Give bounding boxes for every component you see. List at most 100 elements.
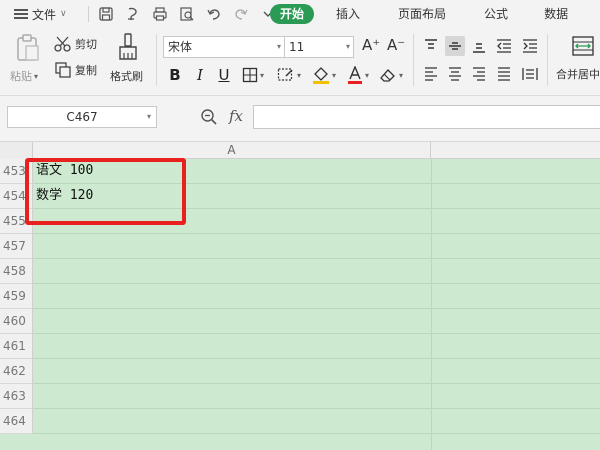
print-preview-button[interactable] (174, 3, 199, 25)
merge-center-label: 合并居中 (556, 68, 600, 81)
hamburger-icon (14, 9, 28, 19)
font-size-select[interactable]: 11 ▾ (284, 36, 354, 58)
table-row: 460 (0, 309, 600, 334)
column-header-b[interactable] (431, 142, 600, 159)
increase-font-button[interactable]: A⁺ (362, 36, 380, 54)
merge-center-label-wrap: 合并居中 (556, 66, 600, 82)
table-row: 464 (0, 409, 600, 434)
table-row: 462 (0, 359, 600, 384)
printer-icon (152, 7, 167, 21)
table-row: 459 (0, 284, 600, 309)
divider (547, 34, 548, 86)
column-divider (431, 159, 432, 450)
redo-button[interactable] (228, 3, 253, 25)
increase-indent-button[interactable] (520, 36, 540, 56)
decrease-indent-button[interactable] (494, 36, 514, 56)
merge-center-button[interactable] (572, 36, 594, 56)
distributed-align-button[interactable] (520, 64, 540, 84)
insert-function-button[interactable]: fx (229, 107, 243, 125)
paste-dropdown[interactable]: 粘贴 ▾ (10, 68, 38, 84)
divider (156, 34, 157, 86)
formula-bar: C467 ▾ fx (0, 96, 600, 142)
underline-button[interactable]: U (216, 64, 232, 86)
tab-review[interactable]: 审阅 (588, 0, 600, 28)
clear-format-button[interactable]: ▾ (376, 64, 406, 86)
tab-insert[interactable]: 插入 (324, 0, 372, 28)
file-menu[interactable]: 文件 ∨ (0, 0, 84, 28)
chevron-down-icon: ▾ (398, 70, 403, 80)
chevron-down-icon: ▾ (345, 42, 350, 51)
paste-label: 粘贴 (10, 70, 32, 83)
font-name-select[interactable]: 宋体 ▾ (163, 36, 285, 58)
preview-icon (179, 7, 193, 21)
save-button[interactable] (93, 3, 118, 25)
align-left-button[interactable] (421, 64, 441, 84)
ribbon-home: 粘贴 ▾ 剪切 复制 格式刷 宋体 ▾ 11 ▾ A⁺ A⁻ B I U ▾ ▾… (0, 28, 600, 96)
italic-button[interactable]: I (192, 64, 208, 86)
row-header[interactable]: 461 (0, 334, 33, 359)
format-painter-button[interactable] (116, 32, 140, 62)
chevron-down-icon: ▾ (34, 71, 39, 81)
format-painter-label-wrap: 格式刷 (110, 68, 143, 84)
tab-home[interactable]: 开始 (270, 4, 315, 24)
save-icon (98, 7, 113, 21)
select-all-corner[interactable] (0, 142, 33, 159)
tab-data[interactable]: 数据 (532, 0, 580, 28)
font-size-value: 11 (289, 40, 305, 54)
tab-formulas[interactable]: 公式 (472, 0, 520, 28)
annotation-highlight-box (25, 158, 186, 225)
brush-icon (119, 33, 137, 60)
bold-button[interactable]: B (166, 64, 184, 86)
copy-label: 复制 (75, 64, 97, 77)
name-box[interactable]: C467 ▾ (7, 106, 157, 128)
redo-icon (234, 9, 248, 20)
outdent-icon (497, 39, 511, 53)
formula-input[interactable] (253, 105, 600, 129)
align-top-button[interactable] (421, 36, 441, 56)
file-menu-label: 文件 (32, 7, 57, 22)
zoom-icon (201, 109, 217, 125)
row-header[interactable]: 460 (0, 309, 33, 334)
highlight-button[interactable]: ▾ (308, 64, 340, 86)
table-row: 458 (0, 259, 600, 284)
ribbon-tabs: 开始 插入 页面布局 公式 数据 审阅 (270, 0, 600, 28)
cut-button[interactable]: 剪切 (54, 36, 97, 52)
undo-button[interactable] (201, 3, 226, 25)
undo-icon (206, 9, 220, 20)
distribute-icon (522, 68, 538, 80)
copy-button[interactable]: 复制 (54, 62, 97, 78)
find-function-button[interactable] (200, 108, 218, 129)
divider (413, 34, 414, 86)
align-right-button[interactable] (469, 64, 489, 84)
paste-button[interactable] (14, 34, 42, 62)
row-header[interactable]: 464 (0, 409, 33, 434)
border-grid-icon (242, 67, 258, 83)
row-header[interactable]: 457 (0, 234, 33, 259)
column-header-row: A (0, 142, 600, 159)
copy-icon (55, 62, 71, 78)
table-row: 457 (0, 234, 600, 259)
tab-page-layout[interactable]: 页面布局 (386, 0, 458, 28)
divider (88, 6, 89, 22)
justify-button[interactable] (494, 64, 514, 84)
worksheet-grid[interactable]: A 453 语文 100 454 数学 120 455 457 458 459 … (0, 142, 600, 450)
print-button[interactable] (147, 3, 172, 25)
fill-color-button[interactable]: ▾ (274, 64, 304, 86)
align-center-button[interactable] (445, 64, 465, 84)
decrease-font-button[interactable]: A⁻ (387, 36, 405, 54)
indent-icon (523, 39, 537, 53)
name-box-value: C467 (66, 110, 98, 124)
row-header[interactable]: 462 (0, 359, 33, 384)
font-color-button[interactable]: ▾ (344, 64, 372, 86)
chevron-down-icon: ▾ (331, 70, 336, 80)
align-bottom-button[interactable] (469, 36, 489, 56)
cut-label: 剪切 (75, 38, 97, 51)
row-header[interactable]: 459 (0, 284, 33, 309)
export-pdf-button[interactable] (120, 3, 145, 25)
chevron-down-icon: ▾ (259, 70, 264, 80)
row-header[interactable]: 458 (0, 259, 33, 284)
align-middle-button[interactable] (445, 36, 465, 56)
column-header-a[interactable]: A (33, 142, 431, 159)
borders-button[interactable]: ▾ (240, 64, 266, 86)
row-header[interactable]: 463 (0, 384, 33, 409)
